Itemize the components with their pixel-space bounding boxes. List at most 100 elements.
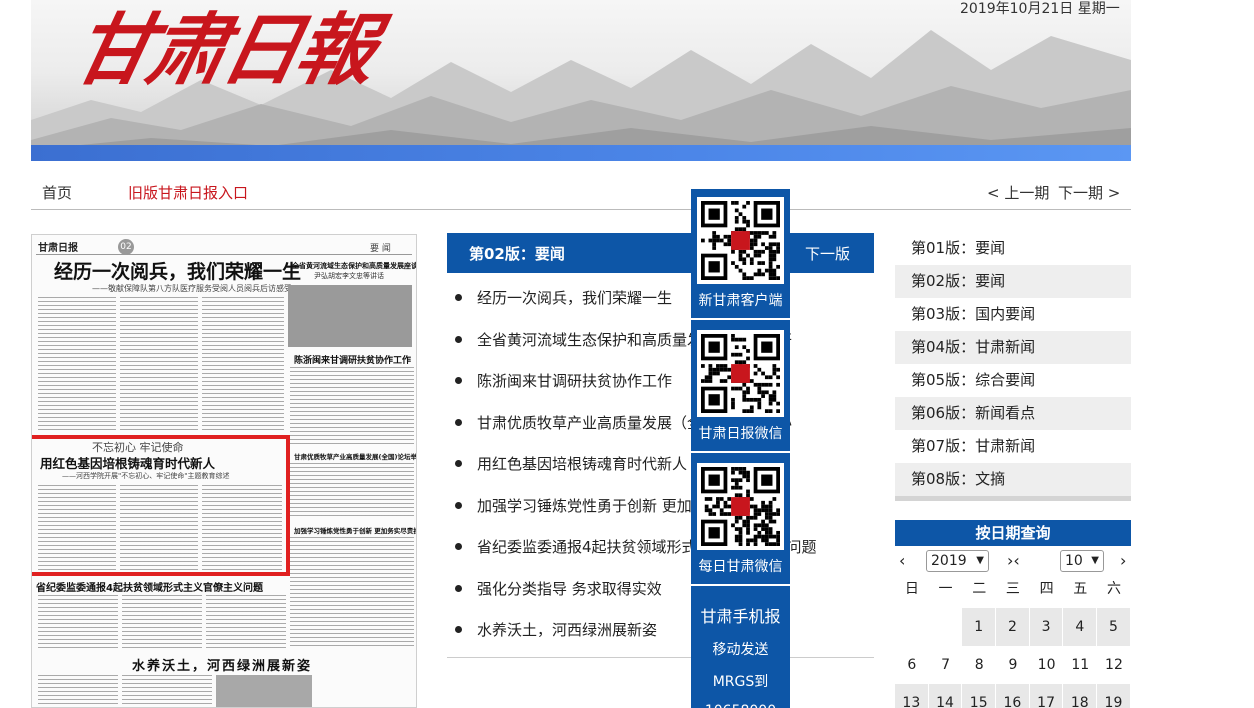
paper-text-column [202, 297, 284, 432]
qr-code-icon [697, 330, 784, 417]
mobile-news-promo[interactable]: 甘肃手机报 移动发送 MRGS到 10658000 [691, 599, 790, 708]
edition-item[interactable]: 第02版：要闻 [895, 265, 1131, 298]
article-link[interactable]: 水养沃土，河西绿洲展新姿 [477, 619, 657, 640]
calendar-day[interactable]: 4 [1063, 608, 1098, 646]
calendar-day[interactable]: 7 [929, 646, 963, 684]
qr-code-icon [697, 197, 784, 284]
calendar-week-row: 6 7 8 9 10 11 12 [895, 646, 1131, 684]
calendar-day[interactable]: 1 [962, 608, 997, 646]
qr-block[interactable]: 每日甘肃微信 [691, 455, 790, 585]
bullet-icon [455, 377, 462, 384]
calendar-day[interactable]: 8 [962, 646, 996, 684]
edition-item[interactable]: 第07版：甘肃新闻 [895, 430, 1131, 463]
calendar-day[interactable]: 19 [1097, 684, 1131, 708]
article-link[interactable]: 陈浙闽来甘调研扶贫协作工作 [477, 370, 672, 391]
paper-headline-footer[interactable]: 水养沃土，河西绿洲展新姿 [132, 655, 312, 674]
calendar-week-row: 1 2 3 4 5 [895, 608, 1131, 646]
list-item[interactable]: 经历一次阅兵，我们荣耀一生 [455, 280, 875, 322]
qr-caption: 甘肃日报微信 [698, 426, 783, 442]
paper-text-column [122, 675, 212, 707]
month-nav-arrows-icon[interactable]: ›‹ [1007, 551, 1020, 570]
calendar-day[interactable]: 17 [1029, 684, 1064, 708]
edition-item[interactable]: 第08版：文摘 [895, 463, 1131, 496]
gansu-daily-logo[interactable]: 甘肃日報 [65, 5, 380, 96]
next-issue-link[interactable]: 下一期 > [1058, 182, 1120, 203]
home-link[interactable]: 首页 [42, 182, 72, 203]
year-select[interactable]: 2019 ▼ [926, 550, 989, 572]
list-item[interactable]: 甘肃优质牧草产业高质量发展（全国）论坛举办 [455, 405, 875, 447]
paper-headline-bottom[interactable]: 省纪委监委通报4起扶贫领域形式主义官僚主义问题 [36, 579, 263, 594]
page-header-bar: 第02版：要闻 下一版 [447, 233, 874, 273]
paper-text-column [120, 297, 198, 432]
list-item[interactable]: 加强学习锤炼党性勇于创新 更加务实尽责担当 [455, 488, 875, 530]
paper-text-column [122, 595, 202, 649]
calendar-day-empty [929, 608, 963, 646]
prev-issue-link[interactable]: < 上一期 [987, 182, 1049, 203]
month-select-value: 10 [1065, 553, 1083, 569]
bullet-icon [455, 418, 462, 426]
list-item[interactable]: 陈浙闽来甘调研扶贫协作工作 [455, 363, 875, 405]
list-item[interactable]: 省纪委监委通报4起扶贫领域形式主义官僚主义问题 [455, 529, 875, 571]
calendar-day[interactable]: 5 [1097, 608, 1131, 646]
edition-item[interactable]: 第06版：新闻看点 [895, 397, 1131, 430]
paper-photo [216, 675, 312, 707]
calendar-day[interactable]: 16 [996, 684, 1030, 708]
mobile-news-title: 甘肃手机报 [700, 607, 781, 626]
banner-accent-bar [31, 145, 1131, 161]
paper-headline-main[interactable]: 经历一次阅兵，我们荣耀一生 [54, 257, 301, 284]
paper-headline-right2[interactable]: 陈浙闽来甘调研扶贫协作工作 [294, 353, 411, 366]
edition-list-footer [895, 496, 1131, 501]
paper-headline-right4[interactable]: 加强学习锤炼党性勇于创新 更加务实尽责担当 [294, 525, 416, 535]
selected-article-highlight[interactable] [32, 435, 290, 576]
calendar-day[interactable]: 15 [962, 684, 997, 708]
weekday-label: 六 [1106, 581, 1121, 597]
list-item[interactable]: 全省黄河流域生态保护和高质量发展座谈会召开 [455, 322, 875, 364]
article-link[interactable]: 强化分类指导 务求取得实效 [477, 578, 662, 599]
list-item[interactable]: 强化分类指导 务求取得实效 [455, 571, 875, 613]
calendar-day[interactable]: 6 [895, 646, 929, 684]
chevron-down-icon: ▼ [976, 555, 984, 566]
top-nav: 首页 旧版甘肃日报入口 < 上一期 下一期 > [31, 176, 1131, 210]
calendar-day[interactable]: 10 [1030, 646, 1064, 684]
paper-text-column [38, 297, 116, 432]
article-link[interactable]: 经历一次阅兵，我们荣耀一生 [477, 287, 672, 308]
bullet-icon [455, 584, 462, 592]
qr-block[interactable]: 甘肃日报微信 [691, 322, 790, 452]
calendar-day[interactable]: 12 [1097, 646, 1131, 684]
paper-headline-right[interactable]: 全省黄河流域生态保护和高质量发展座谈会召开 [292, 261, 416, 271]
page-title: 第02版：要闻 [469, 245, 565, 263]
edition-item[interactable]: 第05版：综合要闻 [895, 364, 1131, 397]
bullet-icon [455, 460, 462, 467]
next-page-link[interactable]: 下一版 [805, 243, 850, 264]
next-month-arrow-icon[interactable]: › [1120, 551, 1126, 570]
bullet-icon [455, 626, 462, 633]
calendar-day[interactable]: 9 [996, 646, 1030, 684]
qr-block[interactable]: 新甘肃客户端 [691, 189, 790, 319]
list-item[interactable]: 水养沃土，河西绿洲展新姿 [455, 612, 875, 654]
newspaper-page-thumbnail[interactable]: 甘肃日报 02 要 闻 经历一次阅兵，我们荣耀一生 ——敬献保障队第八方队医疗服… [31, 234, 417, 708]
edition-item[interactable]: 第03版：国内要闻 [895, 298, 1131, 331]
weekday-label: 一 [938, 581, 953, 597]
prev-year-arrow-icon[interactable]: ‹ [899, 551, 905, 570]
edition-item[interactable]: 第04版：甘肃新闻 [895, 331, 1131, 364]
calendar-day[interactable]: 2 [996, 608, 1030, 646]
calendar-day[interactable]: 3 [1029, 608, 1064, 646]
edition-item[interactable]: 第01版：要闻 [895, 232, 1131, 265]
qr-caption: 新甘肃客户端 [698, 293, 783, 309]
paper-headline-main-sub: ——敬献保障队第八方队医疗服务受阅人员阅兵后访感受 [92, 284, 292, 293]
bullet-icon [455, 543, 462, 550]
article-link[interactable]: 用红色基因培根铸魂育时代新人 [477, 453, 687, 474]
article-list: 经历一次阅兵，我们荣耀一生 全省黄河流域生态保护和高质量发展座谈会召开 陈浙闽来… [455, 280, 875, 654]
calendar-day[interactable]: 11 [1063, 646, 1097, 684]
calendar-day[interactable]: 13 [895, 684, 929, 708]
calendar-day[interactable]: 18 [1063, 684, 1098, 708]
old-edition-link[interactable]: 旧版甘肃日报入口 [128, 182, 248, 203]
qr-floating-panel: 新甘肃客户端 甘肃日报微信 每日甘肃微信 甘肃手机报 移动发送 MRGS到 10… [691, 189, 790, 708]
paper-headline-right3[interactable]: 甘肃优质牧草产业高质量发展(全国)论坛举办 [294, 451, 416, 461]
chevron-down-icon: ▼ [1091, 555, 1099, 566]
paper-page-number: 02 [118, 239, 134, 255]
calendar-day[interactable]: 14 [928, 684, 963, 708]
paper-text-column [206, 595, 286, 649]
month-select[interactable]: 10 ▼ [1060, 550, 1104, 572]
list-item[interactable]: 用红色基因培根铸魂育时代新人 [455, 446, 875, 488]
